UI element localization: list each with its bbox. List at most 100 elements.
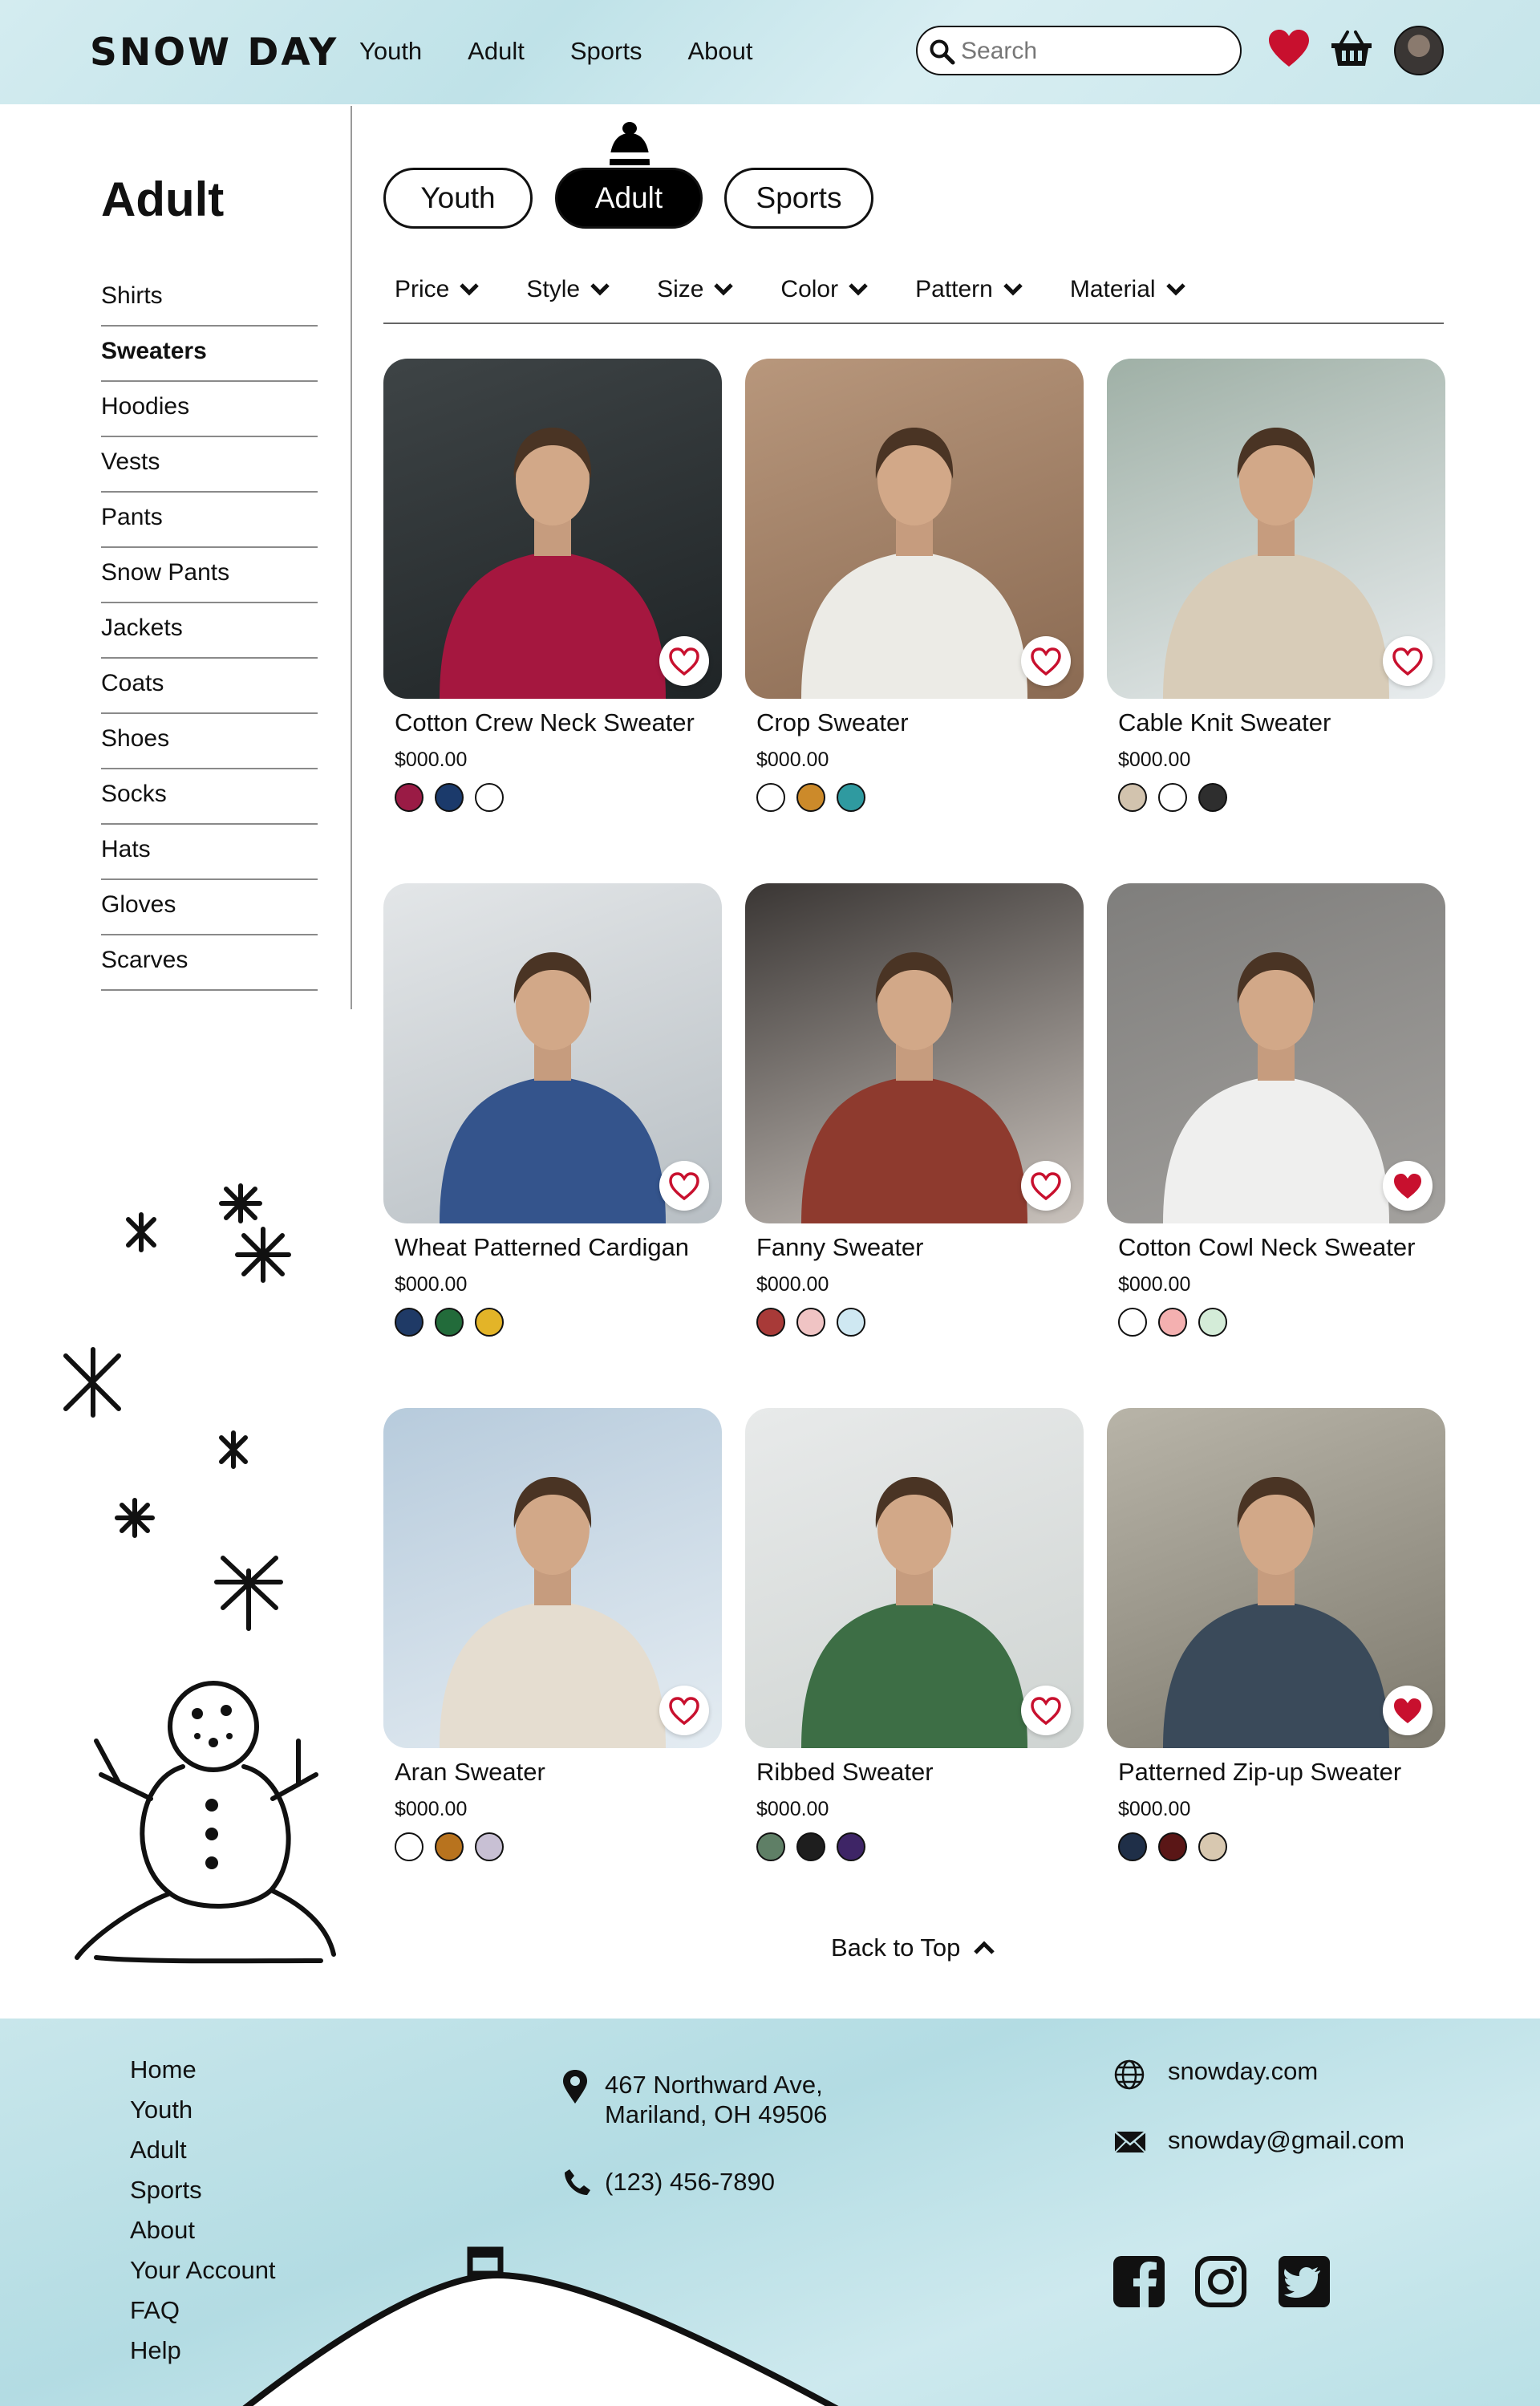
product-card[interactable]: Wheat Patterned Cardigan $000.00 <box>383 883 722 1337</box>
sidebar-item-scarves[interactable]: Scarves <box>101 935 318 991</box>
tab-sports[interactable]: Sports <box>724 168 873 229</box>
product-name[interactable]: Cotton Crew Neck Sweater <box>395 708 722 737</box>
sidebar-item-sweaters[interactable]: Sweaters <box>101 327 318 382</box>
crop-photo[interactable] <box>745 359 1084 699</box>
sidebar-item-socks[interactable]: Socks <box>101 769 318 825</box>
color-swatch[interactable] <box>1198 1308 1227 1337</box>
nav-youth[interactable]: Youth <box>359 37 422 66</box>
instagram-icon[interactable] <box>1195 2256 1246 2307</box>
product-card[interactable]: Cotton Cowl Neck Sweater $000.00 <box>1107 883 1445 1337</box>
color-swatch[interactable] <box>475 1308 504 1337</box>
favorite-button[interactable] <box>1021 636 1071 686</box>
footer-email[interactable]: snowday@gmail.com <box>1168 2126 1404 2155</box>
footer-link-sports[interactable]: Sports <box>130 2176 276 2216</box>
fanny-photo[interactable] <box>745 883 1084 1223</box>
sidebar-item-gloves[interactable]: Gloves <box>101 880 318 935</box>
sidebar-item-jackets[interactable]: Jackets <box>101 603 318 659</box>
color-swatch[interactable] <box>1118 1308 1147 1337</box>
color-swatch[interactable] <box>1158 1832 1187 1861</box>
ribbed-photo[interactable] <box>745 1408 1084 1748</box>
favorite-button[interactable] <box>1021 1161 1071 1211</box>
product-name[interactable]: Fanny Sweater <box>756 1233 1084 1262</box>
product-name[interactable]: Cotton Cowl Neck Sweater <box>1118 1233 1445 1262</box>
crewneck-photo[interactable] <box>383 359 722 699</box>
basket-icon[interactable] <box>1330 29 1373 69</box>
product-name[interactable]: Crop Sweater <box>756 708 1084 737</box>
aran-photo[interactable] <box>383 1408 722 1748</box>
color-swatch[interactable] <box>395 783 424 812</box>
color-swatch[interactable] <box>796 783 825 812</box>
product-card[interactable]: Cotton Crew Neck Sweater $000.00 <box>383 359 722 812</box>
favorite-button[interactable] <box>659 1161 709 1211</box>
sidebar-item-hoodies[interactable]: Hoodies <box>101 382 318 437</box>
filter-color[interactable]: Color <box>780 276 869 303</box>
product-card[interactable]: Patterned Zip-up Sweater $000.00 <box>1107 1408 1445 1861</box>
favorite-button[interactable] <box>1383 1161 1433 1211</box>
search-input[interactable] <box>961 35 1226 67</box>
color-swatch[interactable] <box>435 1308 464 1337</box>
favorite-button[interactable] <box>1383 636 1433 686</box>
filter-style[interactable]: Style <box>526 276 610 303</box>
product-name[interactable]: Wheat Patterned Cardigan <box>395 1233 722 1262</box>
product-name[interactable]: Aran Sweater <box>395 1758 722 1787</box>
footer-link-home[interactable]: Home <box>130 2055 276 2096</box>
color-swatch[interactable] <box>395 1832 424 1861</box>
favorite-button[interactable] <box>659 1686 709 1735</box>
filter-material[interactable]: Material <box>1070 276 1186 303</box>
color-swatch[interactable] <box>395 1308 424 1337</box>
facebook-icon[interactable] <box>1113 2256 1165 2307</box>
color-swatch[interactable] <box>756 1832 785 1861</box>
product-card[interactable]: Aran Sweater $000.00 <box>383 1408 722 1861</box>
sidebar-item-vests[interactable]: Vests <box>101 437 318 493</box>
filter-pattern[interactable]: Pattern <box>915 276 1023 303</box>
favorite-button[interactable] <box>1021 1686 1071 1735</box>
color-swatch[interactable] <box>435 1832 464 1861</box>
product-card[interactable]: Fanny Sweater $000.00 <box>745 883 1084 1337</box>
product-name[interactable]: Ribbed Sweater <box>756 1758 1084 1787</box>
zipup-photo[interactable] <box>1107 1408 1445 1748</box>
color-swatch[interactable] <box>1198 1832 1227 1861</box>
color-swatch[interactable] <box>1118 1832 1147 1861</box>
color-swatch[interactable] <box>837 1832 865 1861</box>
favorite-button[interactable] <box>1383 1686 1433 1735</box>
nav-about[interactable]: About <box>687 37 752 66</box>
user-avatar[interactable] <box>1394 26 1444 75</box>
nav-adult[interactable]: Adult <box>468 37 525 66</box>
color-swatch[interactable] <box>1158 783 1187 812</box>
color-swatch[interactable] <box>796 1832 825 1861</box>
footer-link-youth[interactable]: Youth <box>130 2096 276 2136</box>
sidebar-item-coats[interactable]: Coats <box>101 659 318 714</box>
footer-phone[interactable]: (123) 456-7890 <box>605 2168 775 2197</box>
sidebar-item-hats[interactable]: Hats <box>101 825 318 880</box>
product-card[interactable]: Crop Sweater $000.00 <box>745 359 1084 812</box>
product-card[interactable]: Ribbed Sweater $000.00 <box>745 1408 1084 1861</box>
sidebar-item-shirts[interactable]: Shirts <box>101 271 318 327</box>
color-swatch[interactable] <box>756 783 785 812</box>
color-swatch[interactable] <box>1198 783 1227 812</box>
cable-photo[interactable] <box>1107 359 1445 699</box>
color-swatch[interactable] <box>796 1308 825 1337</box>
back-to-top-button[interactable]: Back to Top <box>831 1933 995 1962</box>
cowl-photo[interactable] <box>1107 883 1445 1223</box>
color-swatch[interactable] <box>475 783 504 812</box>
color-swatch[interactable] <box>837 783 865 812</box>
footer-website[interactable]: snowday.com <box>1168 2057 1318 2086</box>
filter-price[interactable]: Price <box>395 276 480 303</box>
tab-adult[interactable]: Adult <box>555 168 703 229</box>
footer-link-adult[interactable]: Adult <box>130 2136 276 2176</box>
product-name[interactable]: Patterned Zip-up Sweater <box>1118 1758 1445 1787</box>
brand-logo[interactable]: SNOW DAY <box>90 30 338 75</box>
color-swatch[interactable] <box>1158 1308 1187 1337</box>
favorite-button[interactable] <box>659 636 709 686</box>
nav-sports[interactable]: Sports <box>570 37 642 66</box>
color-swatch[interactable] <box>837 1308 865 1337</box>
color-swatch[interactable] <box>756 1308 785 1337</box>
twitter-icon[interactable] <box>1279 2256 1330 2307</box>
product-name[interactable]: Cable Knit Sweater <box>1118 708 1445 737</box>
sidebar-item-pants[interactable]: Pants <box>101 493 318 548</box>
favorites-heart-icon[interactable] <box>1267 29 1311 69</box>
sidebar-item-snow-pants[interactable]: Snow Pants <box>101 548 318 603</box>
cardigan-photo[interactable] <box>383 883 722 1223</box>
sidebar-item-shoes[interactable]: Shoes <box>101 714 318 769</box>
tab-youth[interactable]: Youth <box>383 168 533 229</box>
